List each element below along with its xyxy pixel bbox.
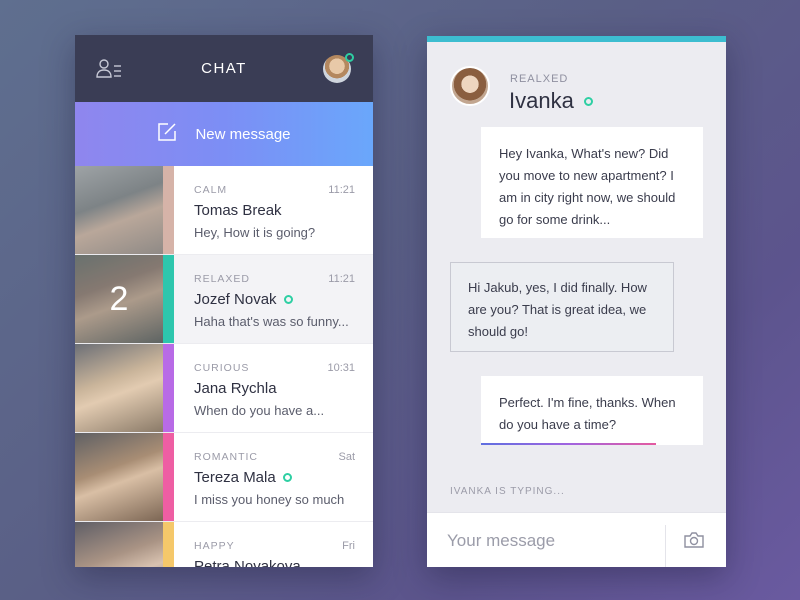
conversation-name: Jana Rychla [194,380,277,397]
message-text: Perfect. I'm fine, thanks. When do you h… [499,395,676,432]
contact-mood: REALXED [510,73,569,85]
conversation-time: Fri [342,540,355,552]
conversation-mood: ROMANTIC [194,451,258,463]
composer-divider [665,525,666,567]
contact-name: Ivanka [509,88,593,114]
conversation-preview: When do you have a... [194,403,325,418]
contact-photo [75,433,163,521]
message-progress-line [481,443,656,445]
contact-photo [75,344,163,432]
mood-strip [163,433,174,521]
conversation-time: 11:21 [328,273,355,285]
page-title: CHAT [201,60,247,77]
conversation-time: 10:31 [327,362,355,374]
conversation-panel: CHAT New message CALM 11:21 Tomas Break … [75,35,373,567]
contact-avatar[interactable] [450,66,490,106]
message-input[interactable] [447,513,657,567]
conversation-time: Sat [338,451,355,463]
typing-indicator: IVANKA IS TYPING... [450,486,565,497]
mood-strip [163,522,174,567]
contact-photo: 2 [75,255,163,343]
conversation-preview: Hey, How it is going? [194,225,316,240]
conversation-item[interactable]: CALM 11:21 Tomas Break Hey, How it is go… [75,166,373,255]
contact-photo [75,166,163,254]
new-message-button[interactable]: New message [75,102,373,166]
contacts-list-icon[interactable] [95,57,123,81]
message-bubble-outgoing: Perfect. I'm fine, thanks. When do you h… [481,376,703,445]
online-status-dot [583,96,593,106]
message-bubble-outgoing: Hey Ivanka, What's new? Did you move to … [481,127,703,238]
mood-strip [163,255,174,343]
unread-count-badge: 2 [75,255,163,343]
chat-panel: REALXED Ivanka Hey Ivanka, What's new? D… [427,36,726,567]
chat-header: CHAT [75,35,373,102]
message-composer [427,512,726,567]
new-message-label: New message [195,125,291,143]
online-status-dot [345,53,354,62]
conversation-item[interactable]: ROMANTIC Sat Tereza Mala I miss you hone… [75,433,373,522]
conversation-mood: HAPPY [194,540,235,552]
mood-strip [163,166,174,254]
conversation-name: Petra Novakova [194,558,301,567]
conversation-time: 11:21 [328,184,355,196]
conversation-item[interactable]: CURIOUS 10:31 Jana Rychla When do you ha… [75,344,373,433]
conversation-item[interactable]: HAPPY Fri Petra Novakova [75,522,373,567]
conversation-item[interactable]: 2 RELAXED 11:21 Jozef Novak Haha that's … [75,255,373,344]
mood-strip [163,344,174,432]
compose-icon [157,122,177,146]
conversation-name: Tomas Break [194,202,282,219]
conversation-list: CALM 11:21 Tomas Break Hey, How it is go… [75,166,373,567]
conversation-name: Tereza Mala [194,469,355,486]
online-status-dot [282,473,292,482]
conversation-preview: Haha that's was so funny... [194,314,349,329]
camera-icon[interactable] [683,530,705,550]
message-bubble-incoming: Hi Jakub, yes, I did finally. How are yo… [450,262,674,352]
online-status-dot [283,295,293,304]
chat-contact-header: REALXED Ivanka [427,42,726,114]
conversation-name: Jozef Novak [194,291,355,308]
conversation-preview: I miss you honey so much [194,492,345,507]
contact-photo [75,522,163,567]
